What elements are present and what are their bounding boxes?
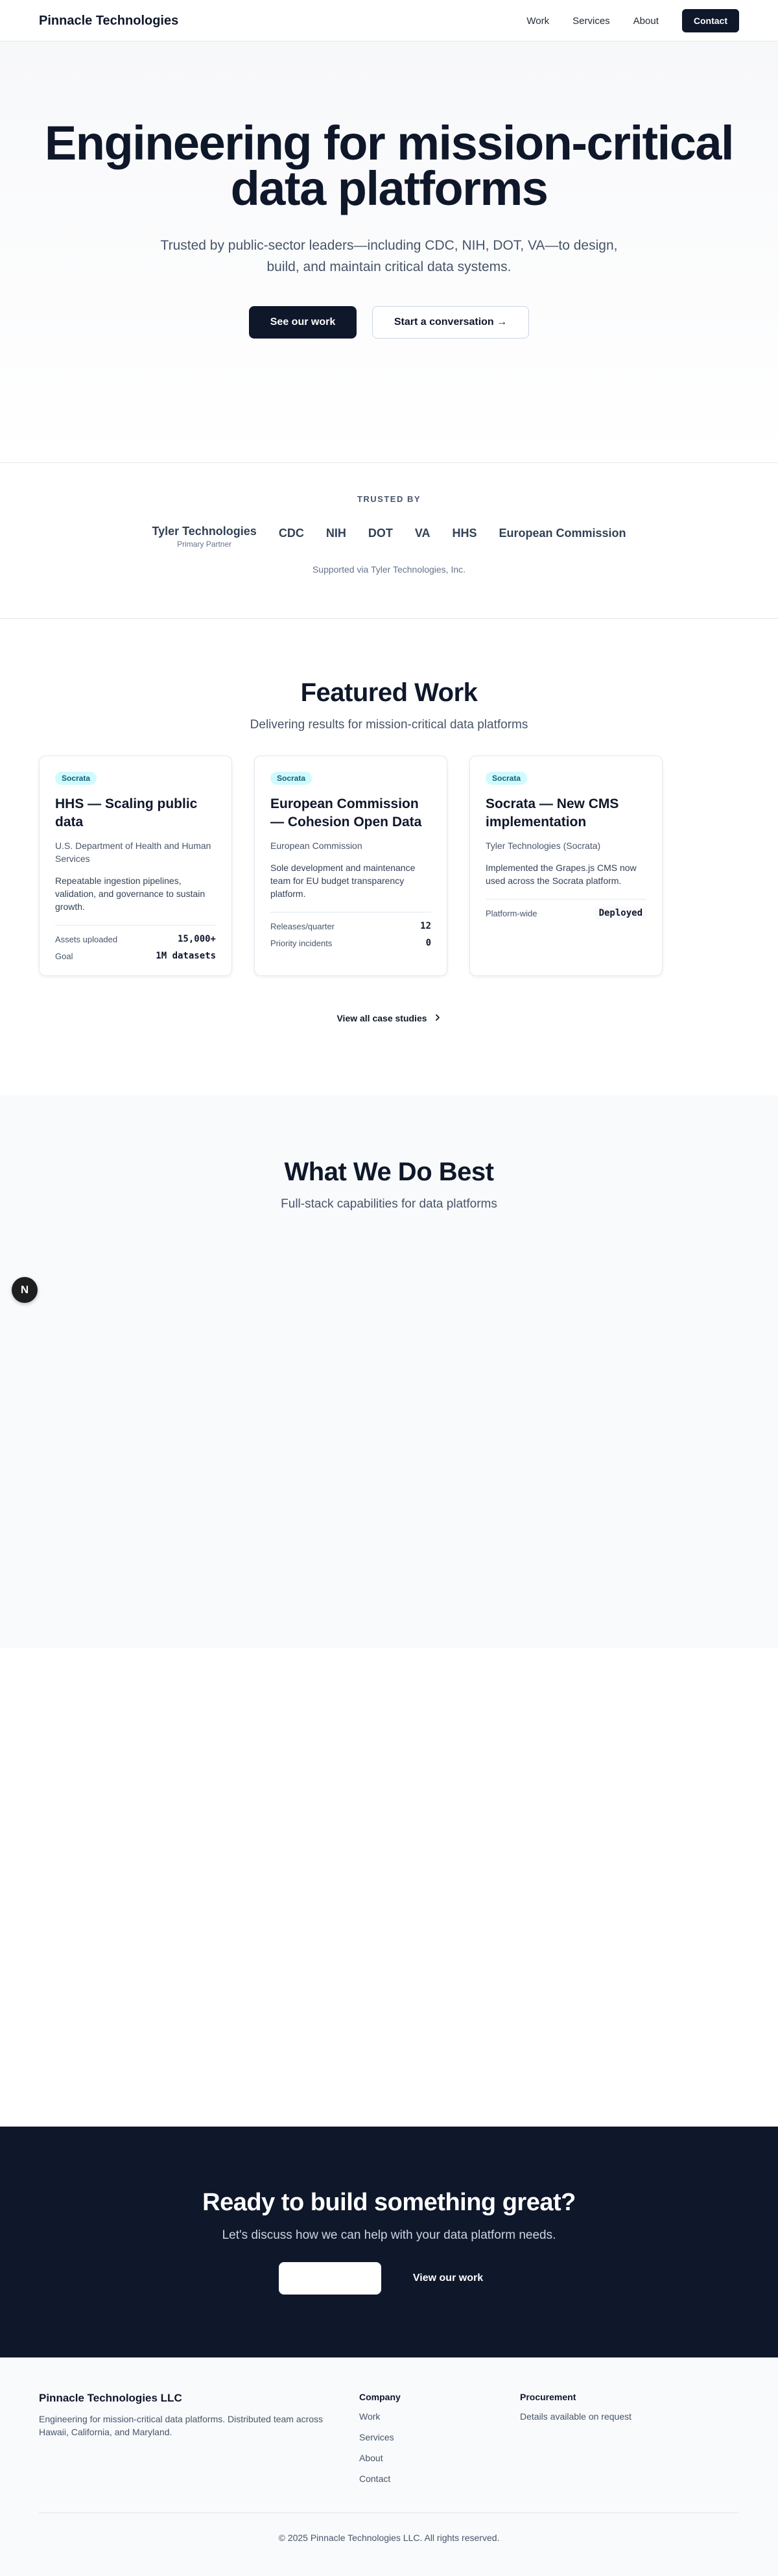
- hero-subtitle: Trusted by public-sector leaders—includi…: [160, 238, 618, 274]
- card-description: Repeatable ingestion pipelines, validati…: [55, 876, 206, 912]
- metric-value: 15,000+: [177, 934, 216, 944]
- metric-row: Priority incidents 0: [270, 935, 431, 951]
- card-description: Implemented the Grapes.js CMS now used a…: [486, 863, 637, 886]
- see-our-work-button[interactable]: See our work: [249, 306, 357, 339]
- metric-label: Priority incidents: [270, 938, 333, 948]
- contact-button[interactable]: Contact: [681, 9, 739, 32]
- card-client: Tyler Technologies (Socrata): [486, 841, 601, 851]
- client-logo-nih: NIH: [325, 527, 346, 540]
- card-metrics: Platform-wide Deployed: [486, 899, 646, 922]
- client-logo-cdc: CDC: [278, 527, 304, 540]
- site-footer: Pinnacle Technologies LLC Engineering fo…: [0, 2357, 778, 2576]
- card-title: European Commission — Cohesion Open Data: [270, 796, 422, 829]
- platform-tag: Socrata: [55, 772, 97, 785]
- services-title: What We Do Best: [284, 1158, 494, 1186]
- view-all-case-studies-link[interactable]: View all case studies: [327, 1007, 451, 1029]
- metric-label: Releases/quarter: [270, 921, 335, 931]
- brand-logo[interactable]: Pinnacle Technologies: [39, 14, 178, 29]
- footer-link-about[interactable]: About: [359, 2453, 520, 2474]
- cta-subtitle: Let's discuss how we can help with your …: [222, 2228, 556, 2242]
- footer-link-contact[interactable]: Contact: [359, 2474, 520, 2494]
- card-client: U.S. Department of Health and Human Serv…: [55, 841, 211, 864]
- top-nav: Pinnacle Technologies Work Services Abou…: [0, 0, 778, 42]
- client-logo-hhs: HHS: [452, 527, 477, 540]
- platform-tag: Socrata: [486, 772, 528, 785]
- case-study-card-european-commission[interactable]: Socrata European Commission — Cohesion O…: [254, 756, 447, 976]
- footer-procurement-heading: Procurement: [520, 2392, 576, 2402]
- metric-label: Goal: [55, 951, 73, 961]
- cta-button-group: View our work: [0, 2262, 778, 2295]
- metric-value: 1M datasets: [156, 951, 216, 961]
- metric-row: Platform-wide Deployed: [486, 905, 646, 922]
- metric-label: Assets uploaded: [55, 934, 118, 944]
- metric-row: Assets uploaded 15,000+: [55, 931, 216, 948]
- chevron-right-icon: [434, 1013, 442, 1023]
- view-all-label: View all case studies: [336, 1013, 427, 1023]
- featured-subtitle: Delivering results for mission-critical …: [250, 718, 528, 732]
- footer-procurement-text: Details available on request: [520, 2411, 631, 2422]
- case-study-card-hhs[interactable]: Socrata HHS — Scaling public data U.S. D…: [39, 756, 232, 976]
- hero-section: Engineering for mission-critical data pl…: [0, 42, 778, 463]
- trusted-by-section: TRUSTED BY Tyler Technologies Primary Pa…: [0, 463, 778, 619]
- trusted-note: Supported via Tyler Technologies, Inc.: [312, 564, 466, 575]
- nav-link-services[interactable]: Services: [572, 16, 610, 27]
- cta-section: Ready to build something great? Let's di…: [0, 2127, 778, 2357]
- footer-company: Company Work Services About Contact: [359, 2392, 520, 2494]
- metric-row: Releases/quarter 12: [270, 918, 431, 935]
- floating-action-button[interactable]: N: [12, 1277, 38, 1303]
- case-study-card-socrata[interactable]: Socrata Socrata — New CMS implementation…: [469, 756, 663, 976]
- footer-company-links: Work Services About Contact: [359, 2411, 520, 2494]
- client-logo-dot: DOT: [368, 527, 393, 540]
- client-logo-va: VA: [414, 527, 430, 540]
- metric-value: 12: [420, 921, 431, 931]
- services-subtitle: Full-stack capabilities for data platfor…: [281, 1197, 497, 1211]
- client-logo-european-commission: European Commission: [499, 527, 626, 540]
- services-section: What We Do Best Full-stack capabilities …: [0, 1095, 778, 1648]
- card-metrics: Assets uploaded 15,000+ Goal 1M datasets: [55, 925, 216, 964]
- card-description: Sole development and maintenance team fo…: [270, 863, 416, 899]
- footer-company-heading: Company: [359, 2392, 401, 2402]
- featured-title: Featured Work: [300, 678, 478, 707]
- metric-value: Deployed: [595, 907, 646, 920]
- footer-link-services[interactable]: Services: [359, 2432, 520, 2453]
- footer-procurement: Procurement Details available on request: [520, 2392, 676, 2494]
- cta-title: Ready to build something great?: [202, 2189, 576, 2216]
- metric-value: 0: [425, 938, 431, 948]
- hero-title: Engineering for mission-critical data pl…: [44, 116, 735, 215]
- trusted-label: TRUSTED BY: [357, 494, 421, 504]
- card-title: Socrata — New CMS implementation: [486, 796, 619, 829]
- footer-link-work[interactable]: Work: [359, 2411, 520, 2432]
- footer-description: Engineering for mission-critical data pl…: [39, 2414, 324, 2437]
- metric-label: Platform-wide: [486, 908, 537, 918]
- view-our-work-button[interactable]: View our work: [397, 2262, 499, 2295]
- card-metrics: Releases/quarter 12 Priority incidents 0: [270, 912, 431, 951]
- hero-cta-group: See our work Start a conversation →: [0, 306, 778, 339]
- start-conversation-button[interactable]: Start a conversation →: [372, 306, 529, 339]
- nav-links: Work Services About Contact: [526, 9, 739, 32]
- nav-link-work[interactable]: Work: [526, 16, 549, 27]
- card-title: HHS — Scaling public data: [55, 796, 198, 829]
- client-logo-row: Tyler Technologies Primary Partner CDC N…: [0, 525, 778, 549]
- footer-about: Pinnacle Technologies LLC Engineering fo…: [39, 2392, 359, 2494]
- footer-brand: Pinnacle Technologies LLC: [39, 2392, 182, 2404]
- case-study-cards: Socrata HHS — Scaling public data U.S. D…: [39, 756, 739, 976]
- contact-us-button[interactable]: [279, 2262, 381, 2295]
- nav-link-about[interactable]: About: [633, 16, 659, 27]
- footer-copyright: © 2025 Pinnacle Technologies LLC. All ri…: [39, 2512, 739, 2543]
- platform-tag: Socrata: [270, 772, 312, 785]
- featured-work-section: Featured Work Delivering results for mis…: [0, 619, 778, 1095]
- card-client: European Commission: [270, 841, 362, 851]
- partner-logo-tyler: Tyler Technologies Primary Partner: [152, 525, 257, 549]
- metric-row: Goal 1M datasets: [55, 948, 216, 964]
